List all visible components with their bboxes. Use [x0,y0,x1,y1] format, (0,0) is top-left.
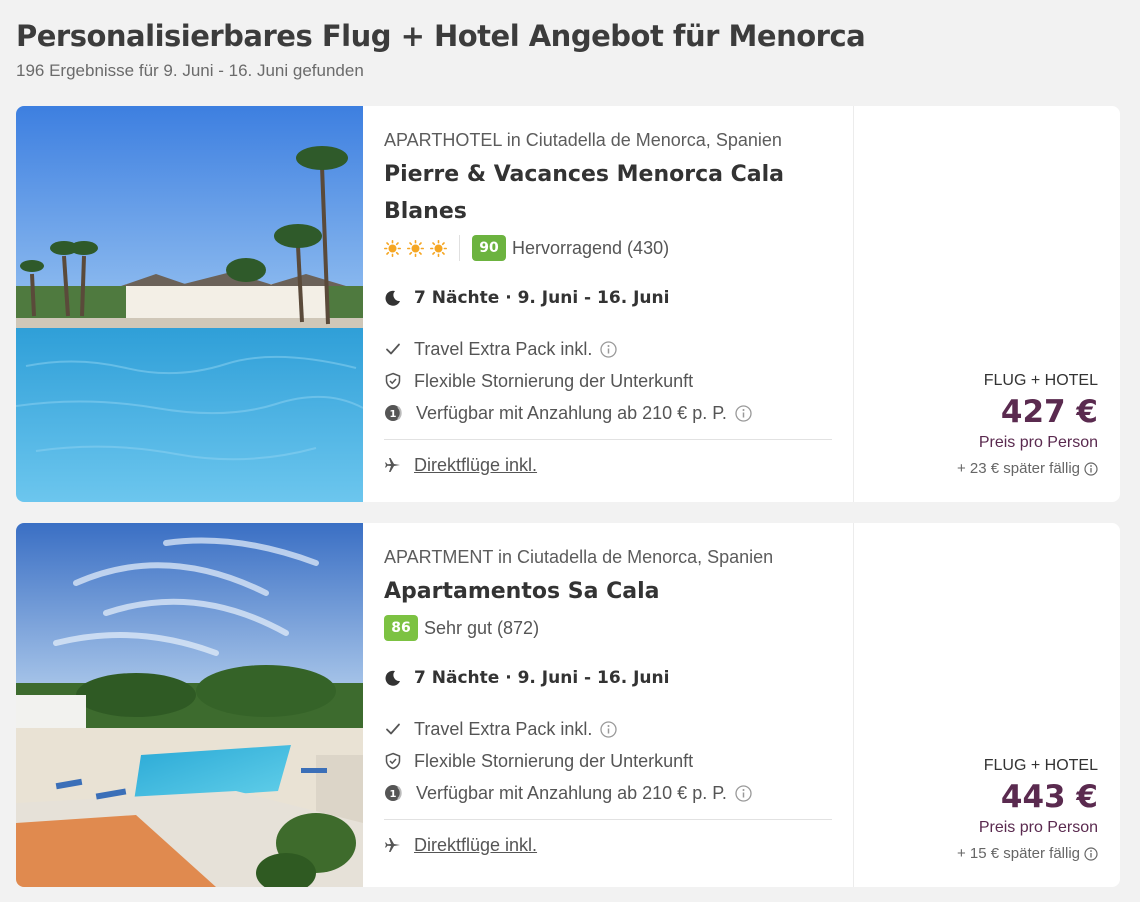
info-icon[interactable] [735,404,752,422]
moon-icon [384,289,402,307]
hotel-name[interactable]: Pierre & Vacances Menorca Cala Blanes [384,156,832,230]
info-icon[interactable] [1084,847,1098,861]
shield-check-icon [384,372,402,390]
flights-row: Direktflüge inkl. [384,820,832,870]
feature-cancellation: Flexible Stornierung der Unterkunft [384,365,832,397]
feature-label: Verfügbar mit Anzahlung ab 210 € p. P. [416,402,727,423]
feature-deposit: 1 Verfügbar mit Anzahlung ab 210 € p. P. [384,397,832,429]
results-count: 196 Ergebnisse für 9. Juni - 16. Juni ge… [16,61,364,80]
rating-row: 90 Hervorragend (430) [384,234,832,262]
price-block: FLUG + HOTEL 443 € Preis pro Person + 15… [957,755,1098,865]
feature-label: Flexible Stornierung der Unterkunft [414,370,694,391]
page-title: Personalisierbares Flug + Hotel Angebot … [16,19,866,53]
feature-label: Flexible Stornierung der Unterkunft [414,750,694,771]
info-icon[interactable] [600,720,618,738]
rating-separator [459,235,460,261]
rating-row: 86 Sehr gut (872) [384,614,832,642]
deposit-icon: 1 [384,403,404,423]
flights-row: Direktflüge inkl. [384,440,832,490]
stay-duration: 7 Nächte · 9. Juni - 16. Juni [384,666,832,690]
plane-icon [384,836,402,854]
deposit-icon: 1 [384,783,404,803]
sun-icon [384,239,401,257]
info-icon[interactable] [600,340,618,358]
svg-text:1: 1 [390,409,397,420]
sun-icon [407,239,424,257]
stay-dates: 7 Nächte · 9. Juni - 16. Juni [414,668,670,688]
later-due-text: + 15 € später fällig [957,845,1080,862]
accommodation-type-location: APARTMENT in Ciutadella de Menorca, Span… [384,547,774,567]
price-per-person: Preis pro Person [978,434,1098,451]
hotel-name[interactable]: Apartamentos Sa Cala [384,573,832,610]
price-per-person: Preis pro Person [978,819,1098,836]
feature-label: Travel Extra Pack inkl. [414,718,593,739]
price-panel[interactable]: FLUG + HOTEL 443 € Preis pro Person + 15… [853,523,1120,887]
check-icon [384,720,402,738]
later-due: + 23 € später fällig [957,458,1098,480]
sun-icon [430,239,447,257]
offer-info: APARTHOTEL in Ciutadella de Menorca, Spa… [363,106,853,502]
review-rating-text[interactable]: Hervorragend (430) [512,238,669,259]
info-icon[interactable] [1084,462,1098,476]
later-due: + 15 € später fällig [957,843,1098,865]
price-amount: 443 € [1000,779,1098,815]
feature-label: Travel Extra Pack inkl. [414,338,593,359]
stay-dates: 7 Nächte · 9. Juni - 16. Juni [414,288,670,308]
review-score-badge: 90 [472,235,506,261]
later-due-text: + 23 € später fällig [957,460,1080,477]
direct-flights-link[interactable]: Direktflüge inkl. [414,455,537,476]
review-rating-text[interactable]: Sehr gut (872) [424,618,539,639]
offer-info: APARTMENT in Ciutadella de Menorca, Span… [363,523,853,887]
feature-cancellation: Flexible Stornierung der Unterkunft [384,745,832,777]
plane-icon [384,456,402,474]
feature-label: Verfügbar mit Anzahlung ab 210 € p. P. [416,782,727,803]
review-score-badge: 86 [384,615,418,641]
price-type-label: FLUG + HOTEL [983,372,1098,389]
accommodation-type-location: APARTHOTEL in Ciutadella de Menorca, Spa… [384,130,782,150]
check-icon [384,340,402,358]
price-type-label: FLUG + HOTEL [983,757,1098,774]
offer-card[interactable]: APARTMENT in Ciutadella de Menorca, Span… [16,523,1120,887]
shield-check-icon [384,752,402,770]
info-icon[interactable] [735,784,752,802]
direct-flights-link[interactable]: Direktflüge inkl. [414,835,537,856]
offer-card[interactable]: APARTHOTEL in Ciutadella de Menorca, Spa… [16,106,1120,502]
moon-icon [384,669,402,687]
feature-deposit: 1 Verfügbar mit Anzahlung ab 210 € p. P. [384,777,832,809]
hotel-photo[interactable] [16,523,363,887]
svg-text:1: 1 [390,789,397,800]
price-amount: 427 € [1000,394,1098,430]
hotel-photo[interactable] [16,106,363,502]
feature-travel-extra: Travel Extra Pack inkl. [384,333,832,365]
price-block: FLUG + HOTEL 427 € Preis pro Person + 23… [957,370,1098,480]
price-panel[interactable]: FLUG + HOTEL 427 € Preis pro Person + 23… [853,106,1120,502]
feature-travel-extra: Travel Extra Pack inkl. [384,713,832,745]
stay-duration: 7 Nächte · 9. Juni - 16. Juni [384,286,832,310]
